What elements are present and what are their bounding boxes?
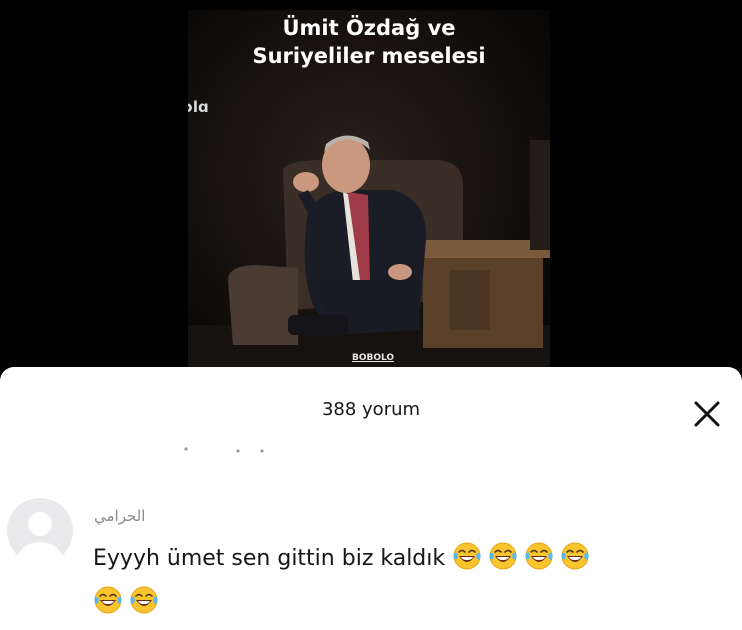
video-title-line2: Suriyeliler meselesi	[252, 44, 486, 68]
face-with-tears-of-joy-icon	[561, 542, 589, 570]
video-title: Ümit Özdağ ve Suriyeliler meselesi	[188, 14, 550, 70]
emoji-group-line2	[93, 586, 165, 615]
scroll-indicator-dots	[184, 447, 264, 453]
emoji-group-line1	[452, 542, 596, 571]
video-title-line1: Ümit Özdağ ve	[282, 16, 456, 40]
close-icon	[694, 401, 720, 427]
comment-username[interactable]: الحرامي	[94, 507, 145, 525]
video-area[interactable]: Ümit Özdağ ve Suriyeliler meselesi ɔlɑ B…	[0, 0, 742, 372]
face-with-tears-of-joy-icon	[525, 542, 553, 570]
brand-logo-watermark: BOBOLO	[352, 353, 395, 363]
face-with-tears-of-joy-icon	[489, 542, 517, 570]
video-player[interactable]: Ümit Özdağ ve Suriyeliler meselesi ɔlɑ B…	[188, 10, 550, 372]
face-with-tears-of-joy-icon	[130, 586, 158, 614]
user-avatar[interactable]	[7, 498, 73, 564]
default-avatar-icon	[18, 512, 62, 564]
channel-logo-watermark: ɔlɑ	[188, 98, 209, 116]
comment-count-label: 388 yorum	[321, 399, 421, 420]
face-with-tears-of-joy-icon	[453, 542, 481, 570]
close-button[interactable]	[690, 397, 724, 431]
comment-text-block: Eyyyh ümet sen gittin biz kaldık	[93, 537, 723, 625]
comment-text: Eyyyh ümet sen gittin biz kaldık	[93, 546, 446, 571]
comments-sheet: 388 yorum الحرامي Eyyyh ümet sen gittin …	[0, 367, 742, 630]
face-with-tears-of-joy-icon	[94, 586, 122, 614]
